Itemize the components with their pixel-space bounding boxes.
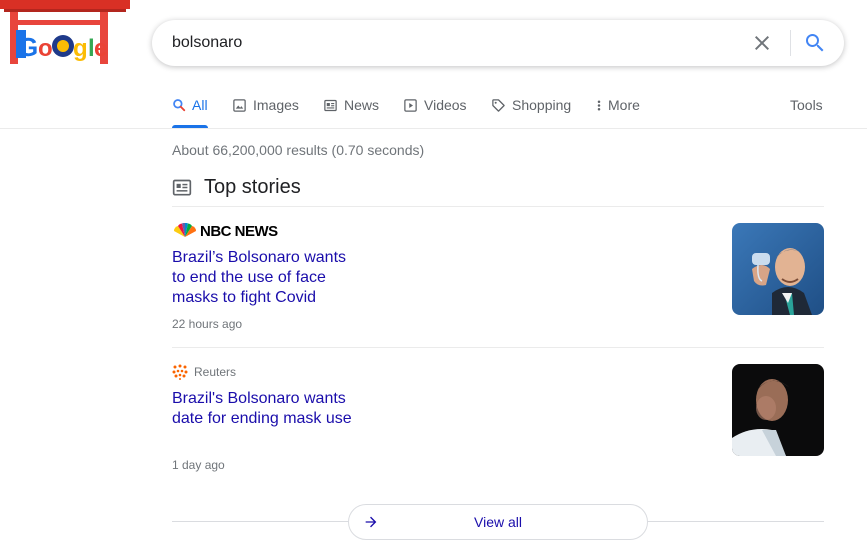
search-icon bbox=[806, 34, 824, 52]
tab-videos-label: Videos bbox=[424, 97, 467, 113]
newspaper-icon bbox=[324, 99, 337, 111]
story-title-link[interactable]: Brazil’s Bolsonaro wants to end the use … bbox=[172, 248, 362, 308]
story-card[interactable]: NBC NEWS Brazil’s Bolsonaro wants to end… bbox=[172, 222, 824, 348]
svg-text:o: o bbox=[38, 35, 53, 62]
tab-all-label: All bbox=[192, 97, 208, 113]
result-stats: About 66,200,000 results (0.70 seconds) bbox=[172, 142, 425, 158]
search-input[interactable] bbox=[172, 20, 732, 66]
story-source: NBC NEWS bbox=[172, 222, 278, 240]
search-icon bbox=[173, 99, 186, 112]
story-timestamp: 22 hours ago bbox=[172, 317, 243, 331]
top-stories-title: Top stories bbox=[204, 176, 301, 198]
top-stories-header: Top stories bbox=[172, 176, 824, 207]
image-icon bbox=[233, 98, 246, 112]
story-photo-bolsonaro-mask bbox=[732, 223, 824, 315]
story-source-name: Reuters bbox=[194, 365, 237, 379]
tab-videos[interactable]: Videos bbox=[403, 97, 467, 113]
search-button[interactable] bbox=[803, 31, 827, 55]
tools-button[interactable]: Tools bbox=[790, 97, 823, 113]
google-doodle-logo-icon: G o g l e bbox=[0, 0, 130, 64]
nbc-peacock-icon bbox=[173, 223, 197, 237]
story-thumbnail[interactable] bbox=[732, 223, 824, 315]
clear-search-button[interactable] bbox=[750, 31, 774, 55]
story-source: Reuters bbox=[172, 363, 236, 381]
tab-images[interactable]: Images bbox=[232, 97, 299, 113]
story-thumbnail[interactable] bbox=[732, 364, 824, 456]
google-doodle-logo[interactable]: G o g l e bbox=[0, 0, 132, 66]
search-bar-divider bbox=[790, 30, 791, 56]
tab-news-label: News bbox=[344, 97, 380, 113]
tab-more-label: More bbox=[608, 97, 640, 113]
play-icon bbox=[404, 98, 417, 112]
view-all-label: View all bbox=[474, 514, 522, 530]
active-tab-indicator bbox=[172, 125, 208, 128]
newspaper-icon bbox=[172, 179, 192, 196]
tab-images-label: Images bbox=[253, 97, 299, 113]
svg-text:e: e bbox=[94, 35, 107, 62]
tab-shopping[interactable]: Shopping bbox=[491, 97, 571, 113]
view-all-button[interactable]: View all bbox=[348, 504, 648, 540]
tab-news[interactable]: News bbox=[323, 97, 379, 113]
story-timestamp: 1 day ago bbox=[172, 458, 225, 472]
story-title-link[interactable]: Brazil's Bolsonaro wants date for ending… bbox=[172, 389, 362, 429]
tab-more[interactable]: More bbox=[596, 97, 640, 113]
tab-shopping-label: Shopping bbox=[512, 97, 572, 113]
svg-text:G: G bbox=[18, 32, 38, 62]
close-icon bbox=[755, 36, 769, 50]
tab-all[interactable]: All bbox=[172, 97, 208, 113]
svg-text:g: g bbox=[73, 35, 88, 62]
search-tabs: All Images News Videos Shopping More Too… bbox=[0, 84, 867, 129]
search-bar bbox=[152, 20, 844, 66]
story-photo-bolsonaro-portrait bbox=[732, 364, 824, 456]
reuters-dots-icon bbox=[172, 364, 188, 380]
story-source-name: NBC NEWS bbox=[200, 222, 278, 240]
story-card[interactable]: Reuters Brazil's Bolsonaro wants date fo… bbox=[172, 363, 824, 473]
tag-icon bbox=[492, 98, 505, 112]
more-vert-icon bbox=[597, 100, 601, 110]
